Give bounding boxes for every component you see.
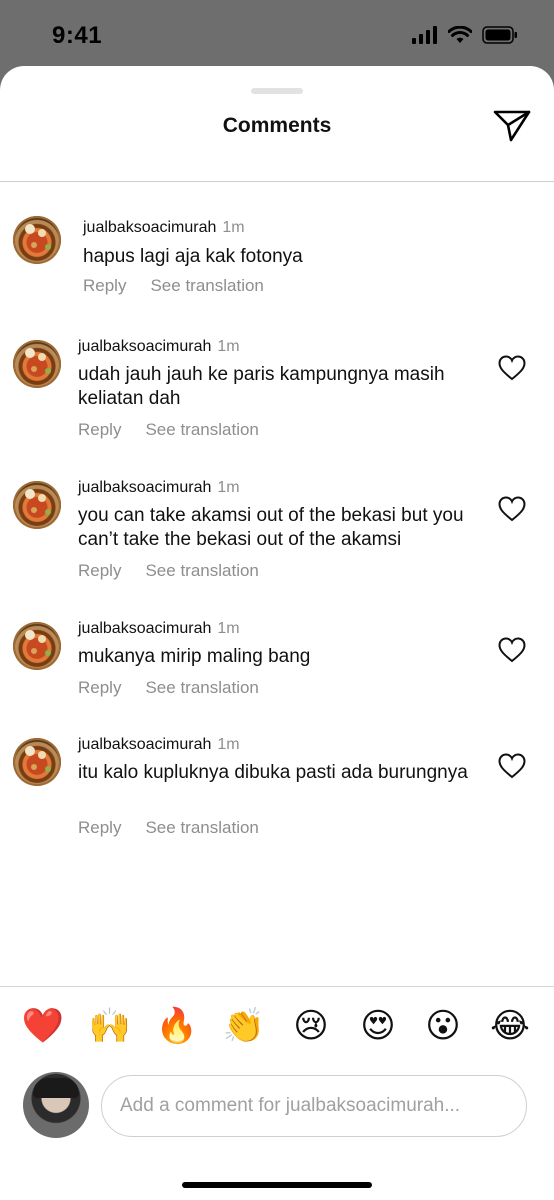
emoji-clapping-button[interactable]: 👏 [222,1006,266,1046]
comment-text: itu kalo kupluknya dibuka pasti ada buru… [78,762,468,783]
current-user-avatar [23,1072,89,1138]
heart-outline-icon[interactable] [498,355,526,381]
comment-input[interactable] [101,1075,527,1137]
sheet-title: Comments [222,114,332,137]
comment-actions: Reply See translation [83,276,264,296]
comment-time: 1m [217,479,240,496]
emoji-reaction-bar: ❤️ 🙌 🔥 👏 😢 😍 😮 😂 [0,1006,554,1056]
emoji-raising-hands-button[interactable]: 🙌 [88,1006,132,1046]
reply-button[interactable]: Reply [83,276,126,295]
comments-sheet: Comments jualbaksoacimurah 1m hapus lagi … [0,66,554,1200]
status-bar: 9:41 [0,0,554,70]
composer-divider [0,986,554,987]
emoji-heart-button[interactable]: ❤️ [21,1006,65,1046]
reply-button[interactable]: Reply [78,678,121,697]
status-time: 9:41 [52,22,103,49]
comment-time: 1m [217,736,240,753]
comment-actions: Reply See translation [78,420,259,440]
emoji-fire-button[interactable]: 🔥 [155,1006,199,1046]
header-divider [0,181,554,182]
avatar[interactable] [13,216,61,264]
wifi-icon [448,26,472,43]
see-translation-link[interactable]: See translation [145,818,258,837]
avatar[interactable] [13,622,61,670]
sheet-grabber[interactable] [251,88,303,94]
comment-text: udah jauh jauh ke paris kampungnya masih… [78,364,445,409]
emoji-laughing-button[interactable]: 😂 [488,1006,532,1046]
emoji-heart-eyes-button[interactable]: 😍 [356,1006,400,1046]
comment-username[interactable]: jualbaksoacimurah 1m [83,219,245,237]
emoji-crying-button[interactable]: 😢 [289,1006,333,1046]
comment-actions: Reply See translation [78,561,259,581]
paper-plane-icon [493,110,531,142]
comment-text: you can take akamsi out of the bekasi bu… [78,505,464,550]
comment-actions: Reply See translation [78,818,259,838]
avatar[interactable] [13,738,61,786]
status-icons [412,26,518,44]
comment-text: hapus lagi aja kak fotonya [83,246,303,267]
signal-icon [412,26,437,44]
comment-username[interactable]: jualbaksoacimurah 1m [78,620,240,638]
comment-actions: Reply See translation [78,678,259,698]
emoji-surprised-button[interactable]: 😮 [421,1006,465,1046]
see-translation-link[interactable]: See translation [150,276,263,295]
reply-button[interactable]: Reply [78,561,121,580]
reply-button[interactable]: Reply [78,420,121,439]
heart-outline-icon[interactable] [498,637,526,663]
see-translation-link[interactable]: See translation [145,561,258,580]
comment-time: 1m [217,338,240,355]
home-indicator[interactable] [182,1182,372,1188]
comment-time: 1m [222,219,245,236]
heart-outline-icon[interactable] [498,753,526,779]
avatar[interactable] [13,340,61,388]
reply-button[interactable]: Reply [78,818,121,837]
battery-icon [482,26,517,44]
comment-username[interactable]: jualbaksoacimurah 1m [78,736,240,754]
see-translation-link[interactable]: See translation [145,678,258,697]
see-translation-link[interactable]: See translation [145,420,258,439]
comment-text: mukanya mirip maling bang [78,646,311,667]
avatar[interactable] [13,481,61,529]
heart-outline-icon[interactable] [498,496,526,522]
share-button[interactable] [490,106,534,146]
comment-username[interactable]: jualbaksoacimurah 1m [78,338,240,356]
comment-username[interactable]: jualbaksoacimurah 1m [78,479,240,497]
comment-time: 1m [217,620,240,637]
